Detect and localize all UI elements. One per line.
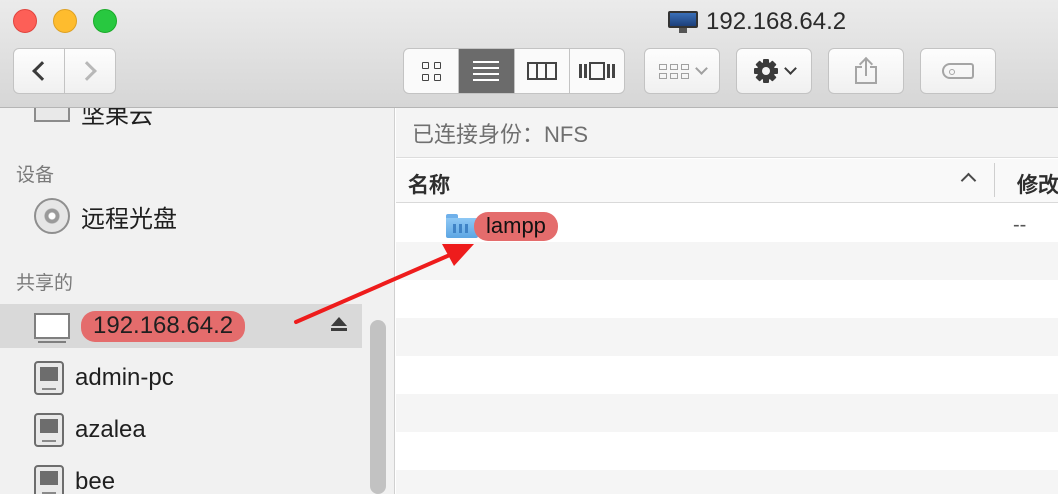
zoom-window-button[interactable] (93, 9, 117, 33)
sidebar-item-label: bee (75, 468, 116, 494)
sidebar-item-label: admin-pc (75, 364, 174, 391)
sidebar: 坚果云 设备 远程光盘 共享的 192.168.64.2 admin-pc az… (0, 108, 395, 494)
chevron-right-icon (77, 61, 97, 81)
back-button[interactable] (13, 48, 65, 94)
sidebar-item-label: 坚果云 (81, 108, 153, 129)
table-row (396, 394, 1058, 432)
table-row (396, 470, 1058, 494)
table-row (396, 280, 1058, 318)
sidebar-item-admin-pc[interactable]: admin-pc (0, 356, 362, 400)
sidebar-item-label: 192.168.64.2 (81, 310, 246, 342)
display-icon (668, 11, 698, 33)
file-row-lampp[interactable]: lampp -- (396, 204, 1058, 242)
file-modified: -- (1013, 214, 1027, 236)
file-browser: 已连接身份：NFS 名称 修改 lampp -- (396, 108, 1058, 494)
list-view-button[interactable] (459, 49, 515, 93)
sidebar-item-remote-disc[interactable]: 远程光盘 (0, 194, 362, 238)
sort-ascending-icon[interactable] (960, 172, 977, 189)
share-button[interactable] (828, 48, 904, 94)
sidebar-section-devices: 设备 (16, 165, 55, 186)
column-view-button[interactable] (515, 49, 570, 93)
connection-status-bar: 已连接身份：NFS (396, 108, 1058, 158)
sidebar-item-jianguoyun[interactable]: 坚果云 (0, 108, 362, 134)
tag-icon (942, 63, 974, 79)
pc-icon (34, 465, 64, 494)
icon-view-icon (421, 61, 441, 81)
gear-icon (753, 59, 778, 83)
window-title-text: 192.168.64.2 (706, 8, 847, 35)
file-list: lampp -- (396, 204, 1058, 494)
icon-view-button[interactable] (404, 49, 460, 93)
column-divider[interactable] (994, 163, 995, 197)
pc-icon (34, 361, 64, 395)
table-row (396, 318, 1058, 356)
column-header-name[interactable]: 名称 (408, 169, 450, 199)
column-header-modified[interactable]: 修改 (1017, 169, 1058, 199)
eject-icon[interactable] (331, 317, 347, 333)
arrange-button[interactable] (644, 48, 720, 94)
list-view-icon (473, 61, 500, 81)
cover-flow-icon (578, 62, 615, 80)
sidebar-item-192-168-64-2[interactable]: 192.168.64.2 (0, 304, 362, 348)
sidebar-section-shared: 共享的 (16, 273, 74, 294)
window-title: 192.168.64.2 (668, 8, 846, 36)
close-window-button[interactable] (13, 9, 37, 33)
arrange-grid-icon (658, 63, 689, 79)
table-row (396, 242, 1058, 280)
table-row (396, 432, 1058, 470)
forward-button[interactable] (64, 48, 116, 94)
view-mode-selector (403, 48, 625, 94)
sidebar-item-label: azalea (75, 416, 146, 443)
pc-icon (34, 413, 64, 447)
finder-window: 192.168.64.2 坚果云 设备 远程光盘 共享的 192.168.64.… (0, 0, 1058, 494)
column-header: 名称 修改 (396, 159, 1058, 203)
sidebar-item-label: 远程光盘 (81, 205, 177, 233)
chevron-down-icon (783, 62, 797, 75)
column-view-icon (526, 62, 557, 80)
share-icon (855, 56, 877, 84)
sidebar-scrollbar[interactable] (370, 320, 386, 494)
cover-flow-view-button[interactable] (570, 49, 624, 93)
display-icon (34, 313, 70, 343)
file-name: lampp (474, 212, 558, 241)
chevron-down-icon (694, 62, 708, 75)
sidebar-item-bee[interactable]: bee (0, 460, 362, 494)
action-menu-button[interactable] (736, 48, 812, 94)
chevron-left-icon (32, 61, 52, 81)
tags-button[interactable] (920, 48, 996, 94)
minimize-window-button[interactable] (53, 9, 77, 33)
cloud-drive-icon (34, 108, 70, 122)
toolbar: 192.168.64.2 (0, 0, 1058, 108)
sidebar-item-azalea[interactable]: azalea (0, 408, 362, 452)
disc-icon (34, 198, 70, 234)
table-row (396, 356, 1058, 394)
connection-status-text: 已连接身份：NFS (412, 121, 589, 147)
